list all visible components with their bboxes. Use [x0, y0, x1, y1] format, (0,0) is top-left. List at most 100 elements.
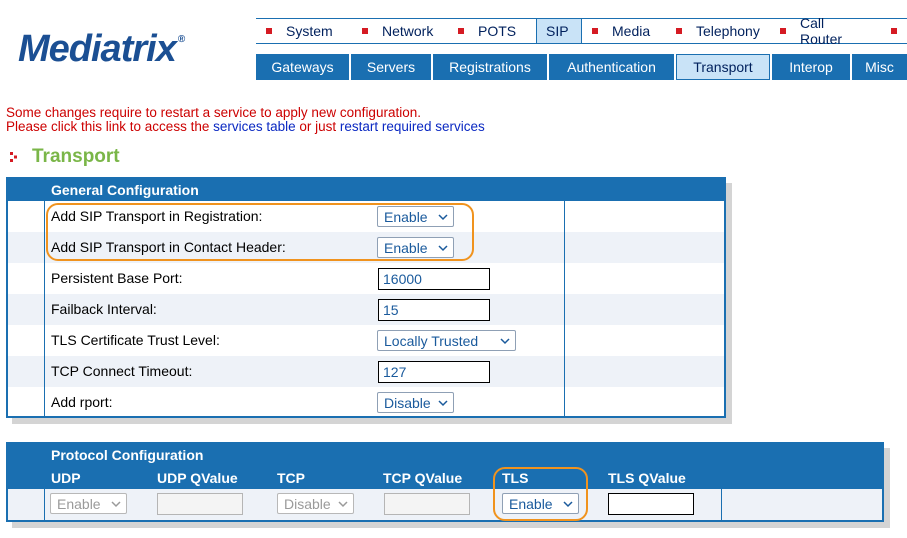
- subnav-label: Gateways: [271, 59, 334, 75]
- field-label: Add rport:: [51, 394, 113, 410]
- add-rport-select[interactable]: Disable: [377, 392, 454, 413]
- column-divider: [44, 444, 45, 520]
- protocol-configuration-panel: Protocol Configuration UDP UDP QValue TC…: [6, 442, 884, 522]
- select-value: Enable: [384, 208, 428, 225]
- nav-bullet-icon: [780, 28, 786, 34]
- nav-label: SIP: [546, 23, 569, 39]
- select-value: Disable: [384, 394, 431, 411]
- tcp-connect-timeout-input[interactable]: 127: [378, 361, 490, 383]
- subnav-label: Authentication: [567, 59, 656, 75]
- subnav-gateways[interactable]: Gateways: [256, 54, 349, 80]
- row-sip-transport-contact: Add SIP Transport in Contact Header: Ena…: [8, 232, 724, 263]
- nav-call-router[interactable]: Call Router: [770, 15, 878, 47]
- notice-line-1: Some changes require to restart a servic…: [6, 105, 421, 120]
- field-label: Add SIP Transport in Registration:: [51, 208, 263, 224]
- select-value: Disable: [284, 495, 331, 512]
- field-label: Persistent Base Port:: [51, 270, 183, 286]
- field-label: TCP Connect Timeout:: [51, 363, 193, 379]
- persistent-base-port-input[interactable]: 16000: [378, 268, 490, 290]
- chevron-down-icon: [438, 245, 448, 252]
- column-header-tcp: TCP: [277, 470, 305, 486]
- title-arrow-icon: [10, 152, 17, 162]
- field-label: Add SIP Transport in Contact Header:: [51, 239, 286, 255]
- subnav-interop[interactable]: Interop: [772, 54, 850, 80]
- mediatrix-logo: Mediatrix ®: [18, 28, 185, 71]
- nav-end: [881, 19, 907, 43]
- tcp-select: Disable: [277, 493, 354, 514]
- chevron-down-icon: [111, 501, 121, 508]
- nav-network[interactable]: Network: [352, 19, 448, 43]
- sub-navigation: Gateways Servers Registrations Authentic…: [256, 54, 907, 80]
- subnav-authentication[interactable]: Authentication: [549, 54, 674, 80]
- logo-registered-mark: ®: [177, 34, 185, 45]
- general-configuration-title: General Configuration: [51, 182, 199, 198]
- nav-label: POTS: [478, 23, 517, 39]
- column-header-udp: UDP: [51, 470, 81, 486]
- tcp-qvalue-input: [384, 493, 470, 515]
- select-value: Enable: [509, 495, 553, 512]
- nav-sip[interactable]: SIP: [536, 19, 582, 43]
- select-value: Enable: [384, 239, 428, 256]
- logo-text: Mediatrix: [18, 28, 177, 70]
- udp-select: Enable: [50, 493, 127, 514]
- subnav-label: Misc: [865, 59, 894, 75]
- restart-services-link[interactable]: restart required services: [340, 119, 485, 134]
- select-value: Locally Trusted: [384, 332, 479, 349]
- chevron-down-icon: [438, 214, 448, 221]
- row-tcp-connect-timeout: TCP Connect Timeout: 127: [8, 356, 724, 387]
- general-configuration-header: General Configuration: [8, 179, 724, 201]
- input-value: 127: [383, 364, 407, 380]
- chevron-down-icon: [438, 400, 448, 407]
- column-header-udp-qvalue: UDP QValue: [157, 470, 238, 486]
- row-persistent-base-port: Persistent Base Port: 16000: [8, 263, 724, 294]
- notice-middle: or just: [295, 119, 340, 134]
- nav-bullet-icon: [458, 28, 464, 34]
- nav-system[interactable]: System: [256, 19, 352, 43]
- nav-telephony[interactable]: Telephony: [666, 19, 770, 43]
- page-title: Transport: [10, 146, 120, 168]
- chevron-down-icon: [338, 501, 348, 508]
- protocol-values-row: Enable Disable Enable: [8, 489, 882, 520]
- row-failback-interval: Failback Interval: 15: [8, 294, 724, 325]
- input-value: 15: [383, 302, 399, 318]
- notice-line-2: Please click this link to access the ser…: [6, 120, 485, 134]
- field-label: TLS Certificate Trust Level:: [51, 332, 220, 348]
- tls-qvalue-input[interactable]: [608, 493, 694, 515]
- nav-pots[interactable]: POTS: [448, 19, 536, 43]
- nav-bullet-icon: [592, 28, 598, 34]
- row-tls-trust-level: TLS Certificate Trust Level: Locally Tru…: [8, 325, 724, 356]
- udp-qvalue-input: [157, 493, 243, 515]
- subnav-registrations[interactable]: Registrations: [433, 54, 547, 80]
- field-label: Failback Interval:: [51, 301, 157, 317]
- general-configuration-panel: General Configuration Add SIP Transport …: [6, 177, 726, 418]
- nav-label: Telephony: [696, 23, 760, 39]
- select-value: Enable: [57, 495, 101, 512]
- protocol-configuration-title: Protocol Configuration: [51, 447, 204, 463]
- nav-label: Call Router: [800, 15, 843, 47]
- protocol-configuration-header: Protocol Configuration UDP UDP QValue TC…: [8, 444, 882, 489]
- failback-interval-input[interactable]: 15: [378, 299, 490, 321]
- subnav-servers[interactable]: Servers: [351, 54, 431, 80]
- sip-transport-contact-select[interactable]: Enable: [377, 237, 454, 258]
- column-divider: [564, 179, 565, 416]
- input-value: 16000: [383, 271, 422, 287]
- nav-media[interactable]: Media: [582, 19, 666, 43]
- nav-label: System: [286, 23, 333, 39]
- subnav-label: Interop: [789, 59, 833, 75]
- row-add-rport: Add rport: Disable: [8, 387, 724, 418]
- column-divider: [721, 444, 722, 520]
- subnav-misc[interactable]: Misc: [852, 54, 907, 80]
- chevron-down-icon: [563, 501, 573, 508]
- subnav-label: Transport: [693, 59, 753, 75]
- tls-trust-level-select[interactable]: Locally Trusted: [377, 330, 516, 351]
- top-navigation: System Network POTS SIP Media Telephony …: [256, 15, 907, 47]
- column-header-tls-qvalue: TLS QValue: [608, 470, 686, 486]
- subnav-transport[interactable]: Transport: [676, 54, 770, 80]
- subnav-label: Servers: [366, 59, 416, 75]
- nav-bullet-icon: [362, 28, 368, 34]
- sip-transport-registration-select[interactable]: Enable: [377, 206, 454, 227]
- tls-select[interactable]: Enable: [502, 493, 579, 514]
- services-table-link[interactable]: services table: [213, 119, 296, 134]
- column-header-tls: TLS: [502, 470, 529, 486]
- nav-label: Media: [612, 23, 651, 39]
